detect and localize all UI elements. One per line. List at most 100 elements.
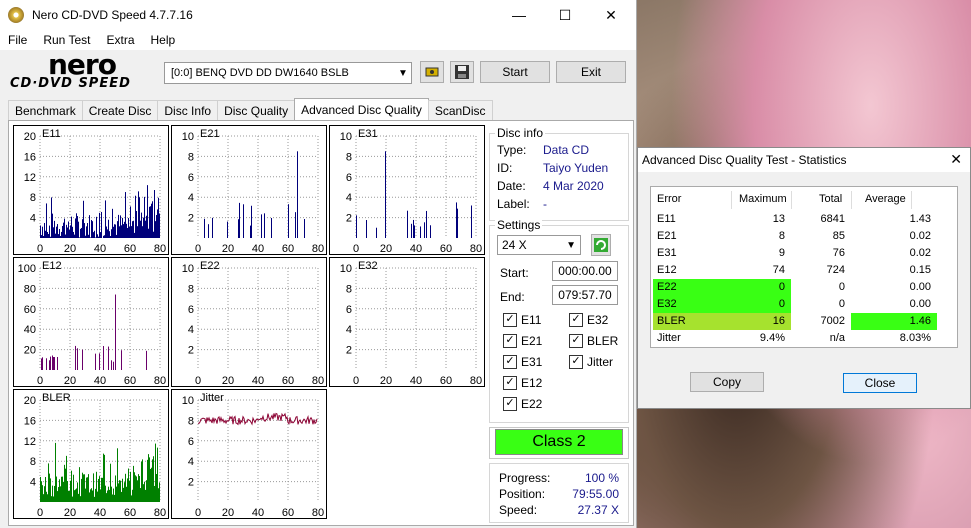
disc-info-value: - [543, 197, 547, 211]
drive-select[interactable]: [0:0] BENQ DVD DD DW1640 BSLB ▼ [164, 62, 412, 84]
y-tick-label: 8 [346, 151, 352, 163]
x-tick-label: 20 [380, 243, 392, 255]
bar [109, 489, 110, 502]
start-button[interactable]: Start [480, 61, 550, 83]
checkbox-e31[interactable]: ✓ E31 [503, 355, 542, 369]
bar [116, 234, 117, 238]
bar [103, 346, 104, 370]
bar [138, 191, 139, 238]
bar [104, 235, 105, 238]
bar [110, 463, 111, 502]
bar [104, 454, 105, 502]
x-tick-label: 20 [64, 507, 76, 519]
menu-file[interactable]: File [0, 33, 35, 47]
bar [124, 482, 125, 502]
bar [62, 476, 63, 502]
bar [50, 356, 51, 370]
table-row: E12 74 724 0.15 [651, 262, 957, 279]
header-error: Error [657, 193, 682, 205]
table-row: E21 8 85 0.02 [651, 228, 957, 245]
bar [424, 222, 425, 238]
bar [77, 348, 78, 370]
bar [158, 488, 159, 502]
bar [95, 237, 96, 238]
drive-info-button[interactable] [420, 61, 444, 83]
start-time-input[interactable]: 000:00.00 [552, 261, 618, 281]
menu-extra[interactable]: Extra [98, 33, 142, 47]
maximize-icon[interactable]: ☐ [542, 0, 588, 30]
dialog-title: Advanced Disc Quality Test - Statistics [642, 153, 847, 167]
close-button[interactable]: Close [843, 373, 917, 393]
x-tick-label: 80 [312, 243, 324, 255]
tab-benchmark[interactable]: Benchmark [8, 100, 83, 120]
bar [99, 353, 100, 370]
graph-title: E21 [200, 128, 220, 140]
exit-button[interactable]: Exit [556, 61, 626, 83]
app-disc-icon [8, 7, 24, 23]
bar [250, 225, 251, 238]
save-button[interactable] [450, 61, 474, 83]
checkbox-e21[interactable]: ✓ E21 [503, 334, 542, 348]
copy-button[interactable]: Copy [690, 372, 764, 392]
bar [106, 493, 107, 502]
bar [144, 196, 145, 238]
end-time-input[interactable]: 079:57.70 [552, 285, 618, 305]
speed-select[interactable]: 24 X ▼ [497, 235, 581, 255]
tab-disc-quality[interactable]: Disc Quality [217, 100, 296, 120]
cell-total: 76 [832, 247, 845, 259]
bar [60, 486, 61, 502]
minimize-icon[interactable]: — [496, 0, 542, 30]
checkbox-e11[interactable]: ✓ E11 [503, 313, 541, 327]
cell-total: 724 [826, 264, 845, 276]
graph-title: E11 [42, 128, 61, 140]
progress-row: Position: 79:55.00 [499, 487, 619, 503]
bar [288, 204, 289, 238]
bar [153, 456, 154, 502]
y-tick-label: 6 [188, 304, 194, 316]
checkmark-icon: ✓ [503, 355, 517, 369]
y-tick-label: 4 [188, 324, 194, 336]
header-maximum: Maximum [739, 193, 787, 205]
bar [150, 468, 151, 502]
y-tick-label: 12 [24, 436, 36, 448]
refresh-speed-button[interactable] [591, 234, 611, 256]
menu-run-test[interactable]: Run Test [35, 33, 98, 47]
disc-info-label: Date: [497, 179, 526, 193]
checkbox-e22[interactable]: ✓ E22 [503, 397, 542, 411]
cell-total: 85 [832, 230, 845, 242]
bar [91, 219, 92, 238]
tab-advanced-disc-quality[interactable]: Advanced Disc Quality [294, 98, 429, 120]
dialog-close-icon[interactable]: ✕ [950, 151, 962, 168]
x-tick-label: 0 [353, 243, 359, 255]
tab-scandisc[interactable]: ScanDisc [427, 100, 493, 120]
cell-avg: 0.00 [909, 298, 931, 310]
bar [49, 473, 50, 502]
x-tick-label: 60 [124, 243, 136, 255]
graph-e22: 2 4 6 8 10 0 20 40 60 80 E22 [171, 257, 327, 387]
checkbox-jitter[interactable]: ✓ Jitter [569, 355, 613, 369]
bar [99, 212, 100, 238]
y-tick-label: 16 [24, 151, 36, 163]
checkbox-e32[interactable]: ✓ E32 [569, 313, 608, 327]
bar [142, 459, 143, 502]
menu-help[interactable]: Help [143, 33, 184, 47]
bar [152, 459, 153, 502]
tab-disc-info[interactable]: Disc Info [157, 100, 219, 120]
checkbox-e12[interactable]: ✓ E12 [503, 376, 542, 390]
tab-create-disc[interactable]: Create Disc [81, 100, 159, 120]
checkmark-icon: ✓ [569, 334, 583, 348]
bar [79, 237, 80, 238]
floppy-save-icon [455, 65, 469, 79]
bar [53, 496, 54, 502]
dialog-title-bar: Advanced Disc Quality Test - Statistics … [638, 148, 970, 172]
bar [62, 225, 63, 238]
bar [52, 213, 53, 238]
graph-title: E32 [358, 260, 378, 272]
close-icon[interactable]: ✕ [588, 0, 634, 30]
disc-info-label: ID: [497, 161, 513, 175]
graph-e31: 2 4 6 8 10 0 20 40 60 80 E31 [329, 125, 485, 255]
checkbox-bler[interactable]: ✓ BLER [569, 334, 618, 348]
y-tick-label: 40 [24, 324, 36, 336]
y-tick-label: 20 [24, 131, 36, 143]
cell-avg: 8.03% [899, 332, 931, 344]
